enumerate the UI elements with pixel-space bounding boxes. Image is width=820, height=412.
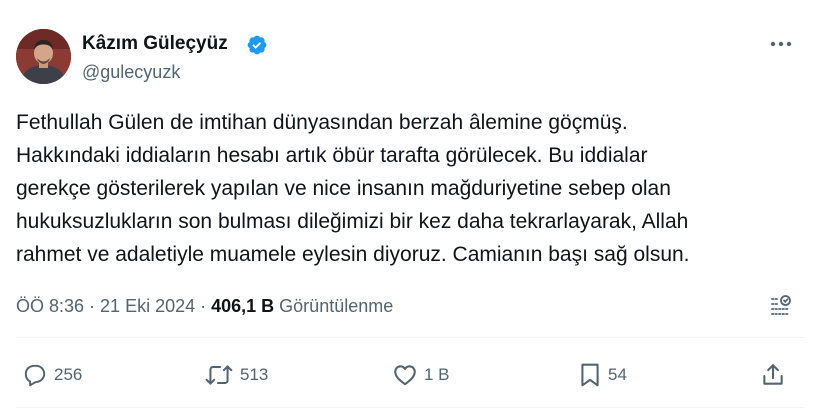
tweet-text-line: gerekçe gösterilerek yapılan ve nice ins… xyxy=(16,177,671,200)
avatar[interactable] xyxy=(16,29,71,84)
tweet-text: Fethullah Gülen de imtihan dünyasından b… xyxy=(16,106,806,271)
reply-button[interactable]: 256 xyxy=(22,362,82,388)
tweet-text-line: Hakkındaki iddiaların hesabı artık öbür … xyxy=(16,144,648,167)
tweet-text-line: hukuksuzlukların son bulması dileğimizi … xyxy=(16,210,689,233)
like-button[interactable]: 1 B xyxy=(392,362,450,388)
tweet-meta: ÖÖ 8:36 · 21 Eki 2024 · 406,1 B Görüntül… xyxy=(16,294,393,318)
tweet-time[interactable]: ÖÖ 8:36 xyxy=(16,296,84,317)
repost-button[interactable]: 513 xyxy=(204,362,268,388)
bookmark-count: 54 xyxy=(608,365,627,384)
verified-badge-icon[interactable] xyxy=(246,34,268,56)
meta-separator: · xyxy=(200,295,207,316)
bookmark-button[interactable]: 54 xyxy=(578,362,627,388)
meta-separator: · xyxy=(89,295,96,316)
repost-icon xyxy=(205,365,233,385)
tweet-date[interactable]: 21 Eki 2024 xyxy=(100,296,195,317)
divider xyxy=(16,407,804,408)
tweet-text-line: Fethullah Gülen de imtihan dünyasından b… xyxy=(16,111,628,134)
more-icon[interactable] xyxy=(768,31,794,57)
analytics-icon[interactable] xyxy=(768,293,794,319)
tweet-card: Kâzım Güleçyüz @gulecyuzk Fethullah Güle… xyxy=(0,0,820,412)
like-icon xyxy=(394,365,416,386)
views-label: Görüntülenme xyxy=(279,295,394,316)
tweet-text-line: rahmet ve adaletiyle muamele eylesin diy… xyxy=(16,243,690,266)
views-count: 406,1 B xyxy=(211,295,275,316)
reply-icon xyxy=(24,364,46,387)
share-button[interactable] xyxy=(760,362,786,388)
author-handle[interactable]: @gulecyuzk xyxy=(82,62,180,83)
share-icon xyxy=(763,364,783,385)
repost-count: 513 xyxy=(240,365,269,384)
author-name[interactable]: Kâzım Güleçyüz xyxy=(82,33,228,55)
like-count: 1 B xyxy=(424,365,450,384)
bookmark-icon xyxy=(581,363,599,387)
divider xyxy=(16,337,804,338)
reply-count: 256 xyxy=(54,365,83,384)
